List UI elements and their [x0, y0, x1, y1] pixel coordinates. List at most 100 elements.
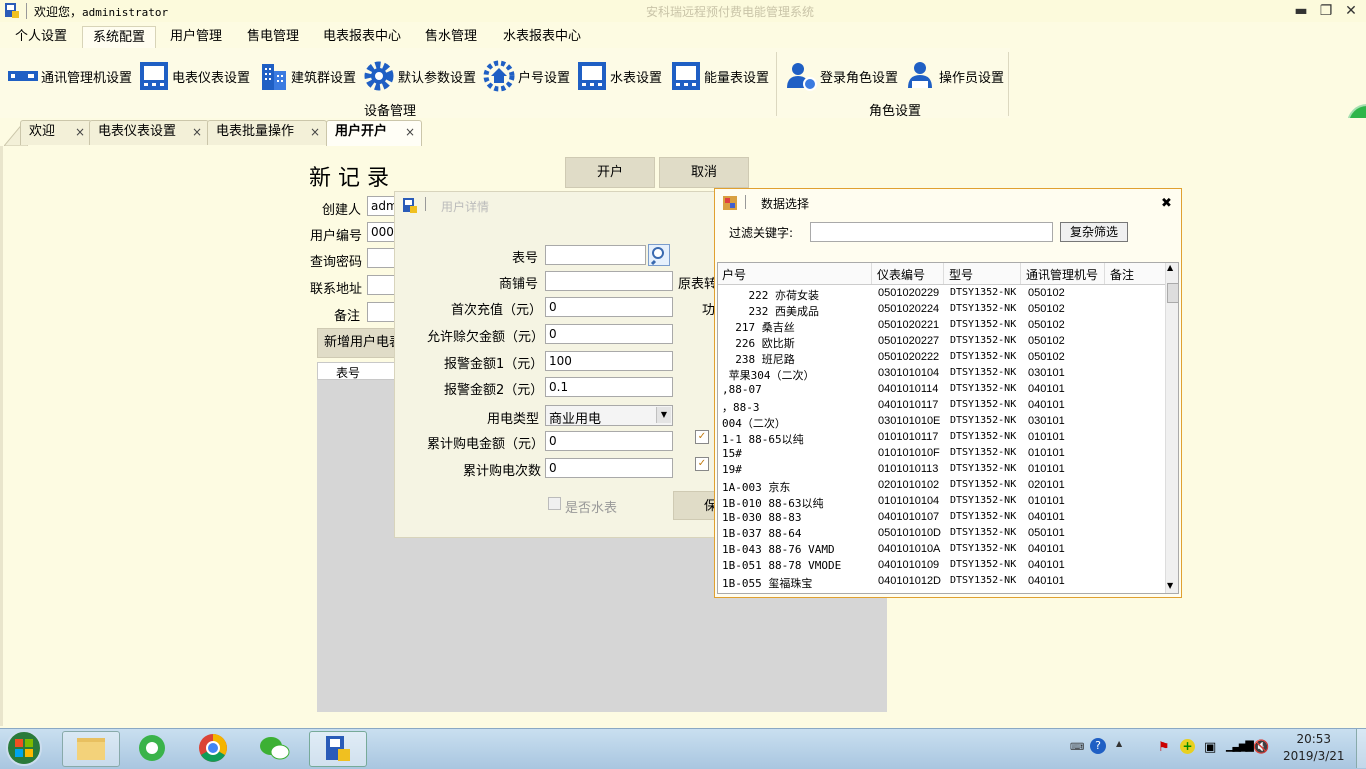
table-row[interactable]: 1B-010 88-63以纯 0101010104 DTSY1352-NK 01010… [718, 493, 1164, 510]
close-icon[interactable]: ✖ [1161, 196, 1172, 211]
start-button[interactable] [4, 729, 44, 767]
volume-icon[interactable]: 🔇 [1253, 740, 1269, 755]
ribbon-default-params-button[interactable]: 默认参数设置 [363, 60, 476, 92]
scroll-down-icon[interactable]: ▼ [1167, 581, 1173, 590]
close-icon[interactable]: × [310, 121, 320, 145]
close-icon[interactable]: × [405, 121, 415, 146]
taskbar-wechat[interactable] [247, 731, 303, 765]
total-amount-label: 累计购电金额（元） [427, 437, 545, 452]
doc-tab-batch-ops[interactable]: 电表批量操作 × [207, 120, 327, 145]
table-row[interactable]: 226 欧比斯 0501020227 DTSY1352-NK 050102 [718, 333, 1164, 350]
menu-tab-sale-water[interactable]: 售水管理 [415, 26, 487, 48]
doc-tab-user-open[interactable]: 用户开户 × [326, 120, 422, 146]
menu-tab-personal[interactable]: 个人设置 [5, 26, 77, 48]
ribbon-operator-button[interactable]: 操作员设置 [904, 60, 1004, 92]
table-cell: 0401010117 [878, 399, 939, 411]
total-count-field[interactable]: 0 [545, 458, 673, 478]
close-button[interactable]: ✕ [1340, 2, 1362, 20]
table-row[interactable]: 217 桑吉丝 0501020221 DTSY1352-NK 050102 [718, 317, 1164, 334]
menu-tab-users[interactable]: 用户管理 [160, 26, 232, 48]
chevron-down-icon[interactable]: ▼ [656, 407, 671, 423]
creator-field[interactable]: admin [367, 196, 397, 216]
scroll-up-icon[interactable]: ▲ [1167, 263, 1173, 272]
table-row[interactable]: 苹果304（二次） 0301010104 DTSY1352-NK 030101 [718, 365, 1164, 382]
ribbon-account-no-button[interactable]: 户号设置 [483, 60, 570, 92]
cancel-button[interactable]: 取消 [659, 157, 749, 188]
security-icon[interactable]: + [1180, 739, 1195, 754]
ribbon-energy-meter-button[interactable]: 能量表设置 [671, 60, 769, 92]
close-icon[interactable]: × [192, 121, 202, 145]
table-row[interactable]: ，88-3 0401010117 DTSY1352-NK 040101 [718, 397, 1164, 414]
checkbox-1[interactable]: ✓ [695, 430, 709, 444]
menu-tab-system[interactable]: 系统配置 [82, 26, 157, 49]
help-icon[interactable]: ? [1090, 738, 1106, 754]
alarm2-field[interactable]: 0.1 [545, 377, 673, 397]
alarm1-field[interactable]: 100 [545, 351, 673, 371]
grid-col-header[interactable]: 通讯管理机号 [1026, 266, 1098, 283]
taskbar-app[interactable] [309, 731, 367, 767]
grid-col-header[interactable]: 备注 [1110, 266, 1134, 283]
table-cell: DTSY1352-NK [950, 463, 1017, 474]
table-row[interactable]: 1B-043 88-76 VAMD 040101010A DTSY1352-NK 04… [718, 541, 1164, 557]
clock[interactable]: 20:53 2019/3/21 [1283, 731, 1345, 765]
table-row[interactable]: ,88-07 0401010114 DTSY1352-NK 040101 [718, 381, 1164, 397]
flag-icon[interactable]: ⚑ [1158, 740, 1170, 755]
table-row[interactable]: 222 亦荷女装 0501020229 DTSY1352-NK 050102 [718, 285, 1164, 302]
filter-input[interactable] [810, 222, 1053, 242]
network-icon[interactable]: ▁▃▅▇ [1226, 739, 1254, 752]
restore-button[interactable]: ❐ [1315, 2, 1337, 20]
table-row[interactable]: 1-1 88-65以纯 0101010117 DTSY1352-NK 010101 [718, 429, 1164, 446]
taskbar-chrome[interactable] [185, 731, 241, 765]
doc-tab-meter-setting[interactable]: 电表仪表设置 × [89, 120, 209, 145]
show-desktop-button[interactable] [1356, 729, 1366, 768]
grid-col-header[interactable]: 型号 [949, 266, 973, 283]
credit-field[interactable]: 0 [545, 324, 673, 344]
ribbon-buildings-button[interactable]: 建筑群设置 [258, 60, 356, 92]
first-charge-field[interactable]: 0 [545, 297, 673, 317]
shop-no-field[interactable] [545, 271, 673, 291]
table-row[interactable]: 1B-051 88-78 VMODE 0401010109 DTSY1352-NK 0… [718, 557, 1164, 573]
doc-tab-welcome[interactable]: 欢迎 × [20, 120, 92, 145]
table-row[interactable]: 238 班尼路 0501020222 DTSY1352-NK 050102 [718, 349, 1164, 366]
search-button[interactable] [648, 244, 670, 266]
grid-scrollbar[interactable]: ▲ ▼ [1165, 263, 1178, 593]
ribbon-meter-setting-button[interactable]: 电表仪表设置 [139, 60, 250, 92]
taskbar-browser-1[interactable] [124, 731, 180, 765]
table-row[interactable]: 232 西美成品 0501020224 DTSY1352-NK 050102 [718, 301, 1164, 318]
table-row[interactable]: 15# 010101010F DTSY1352-NK 010101 [718, 445, 1164, 461]
ribbon-login-role-button[interactable]: 登录角色设置 [785, 60, 898, 92]
table-row[interactable]: 004（二次） 030101010E DTSY1352-NK 030101 [718, 413, 1164, 430]
password-field[interactable] [367, 248, 397, 268]
power-type-select[interactable]: 商业用电 [545, 405, 673, 426]
device-icon[interactable]: ▣ [1204, 740, 1216, 755]
remark-field[interactable] [367, 302, 397, 322]
add-user-meter-button[interactable]: 新增用户电表 [317, 328, 405, 358]
ribbon-water-meter-button[interactable]: 水表设置 [577, 60, 662, 92]
ribbon-group-divider [776, 52, 777, 116]
complex-filter-button[interactable]: 复杂筛选 [1060, 222, 1128, 242]
taskbar-explorer[interactable] [62, 731, 120, 767]
menu-tab-water-reports[interactable]: 水表报表中心 [493, 26, 591, 48]
open-account-button[interactable]: 开户 [565, 157, 655, 188]
water-meter-checkbox[interactable] [548, 497, 561, 510]
meter-no-field[interactable] [545, 245, 646, 265]
table-row[interactable]: 1A-003 京东 0201010102 DTSY1352-NK 020101 [718, 477, 1164, 494]
scroll-thumb[interactable] [1167, 283, 1178, 303]
table-row[interactable]: 19# 0101010113 DTSY1352-NK 010101 [718, 461, 1164, 477]
keyboard-icon[interactable]: ⌨ [1070, 742, 1084, 753]
tray-expand-icon[interactable]: ▲ [1116, 739, 1122, 748]
address-field[interactable] [367, 275, 397, 295]
menu-tab-meter-reports[interactable]: 电表报表中心 [313, 26, 411, 48]
minimize-button[interactable]: ▬ [1290, 2, 1312, 20]
total-amount-field[interactable]: 0 [545, 431, 673, 451]
ribbon-comm-manager-button[interactable]: 通讯管理机设置 [8, 60, 132, 92]
table-row[interactable]: 1B-037 88-64 050101010D DTSY1352-NK 050101 [718, 525, 1164, 541]
grid-col-header[interactable]: 户号 [722, 266, 746, 283]
userno-field[interactable]: 0000 [367, 222, 397, 242]
close-icon[interactable]: × [75, 121, 85, 145]
grid-col-header[interactable]: 仪表编号 [877, 266, 925, 283]
table-row[interactable]: 1B-055 玺福珠宝 040101012D DTSY1352-NK 040101 [718, 573, 1164, 590]
menu-tab-sale-power[interactable]: 售电管理 [237, 26, 309, 48]
table-row[interactable]: 1B-030 88-83 0401010107 DTSY1352-NK 040101 [718, 509, 1164, 525]
checkbox-2[interactable]: ✓ [695, 457, 709, 471]
